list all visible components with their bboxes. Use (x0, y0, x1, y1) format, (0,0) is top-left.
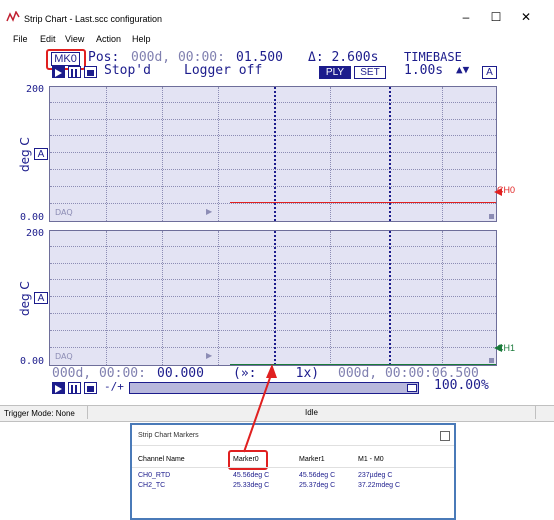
plot0-daq-label: DAQ (55, 208, 73, 217)
zoom-percent: 100.00% (434, 378, 489, 393)
time-scrollbar[interactable] (129, 382, 419, 394)
pause-icon (71, 69, 77, 77)
plot0-scroll-icon: ▶ (206, 207, 213, 216)
status-state: Idle (87, 406, 536, 419)
stop-icon (87, 386, 94, 392)
scrollbar-thumb[interactable] (407, 384, 417, 392)
plot0-marker1-line[interactable] (389, 87, 391, 221)
cell-delta: 237µdeg C (358, 472, 393, 479)
footer-stop-button[interactable] (84, 382, 97, 394)
timebase-auto-button[interactable]: A (482, 66, 497, 79)
timebase-stepper[interactable]: ▲▼ (456, 63, 469, 76)
status-bar: Trigger Mode: None Idle (0, 405, 554, 422)
start-time-dim: 000d, 00:00: (52, 366, 146, 381)
logger-state: Logger off (184, 63, 263, 78)
menu-action[interactable]: Action (96, 34, 121, 44)
delta-value: Δ: 2.600s (308, 50, 379, 65)
plot1-channel-label: CH1 (497, 343, 516, 353)
play-icon (55, 385, 62, 393)
play-button[interactable] (52, 66, 65, 78)
set-button[interactable]: SET (354, 66, 386, 79)
menu-edit[interactable]: Edit (40, 34, 56, 44)
plot0-ymax: 200 (26, 84, 45, 95)
col-header-marker1: Marker1 (299, 456, 325, 463)
plot1-ymax: 200 (26, 228, 45, 239)
cell-marker0: 25.33deg C (233, 482, 270, 489)
timebase-value: 1.00s (404, 63, 444, 78)
plot1-ch1-trace (230, 364, 496, 365)
markers-title-bar: Strip Chart Markers (132, 425, 454, 446)
cell-channel: CH2_TC (138, 482, 166, 489)
menu-view[interactable]: View (65, 34, 84, 44)
stop-button[interactable] (84, 66, 97, 78)
menu-help[interactable]: Help (132, 34, 151, 44)
plot0-unit: deg C (18, 137, 32, 172)
app-icon (6, 11, 20, 22)
plot1-marker1-line[interactable] (389, 231, 391, 365)
plot0-ymin: 0.00 (20, 212, 45, 223)
col-header-delta: M1 - M0 (358, 456, 384, 463)
plot1-scroll-icon: ▶ (206, 351, 213, 360)
markers-title: Strip Chart Markers (138, 432, 199, 439)
pause-icon (71, 385, 77, 393)
play-icon (55, 69, 62, 77)
status-state-text: Idle (305, 408, 318, 417)
plot1-auto-button[interactable]: A (34, 292, 48, 304)
close-button[interactable]: ✕ (516, 8, 536, 26)
plot1-area[interactable]: DAQ ▶ (49, 230, 497, 366)
trigger-mode: Trigger Mode: None (4, 409, 75, 418)
plot1-ymin: 0.00 (20, 356, 45, 367)
footer-play-button[interactable] (52, 382, 65, 394)
cell-channel: CH0_RTD (138, 472, 171, 479)
markers-maximize-button[interactable] (440, 431, 450, 441)
stop-icon (87, 70, 94, 76)
zoom-factor: (»: 1x) (233, 366, 320, 381)
footer-pause-button[interactable] (68, 382, 81, 394)
minimize-button[interactable]: – (456, 8, 476, 26)
cell-marker1: 45.56deg C (299, 472, 336, 479)
step-control[interactable]: -/+ (104, 380, 124, 393)
plot1-daq-label: DAQ (55, 352, 73, 361)
plot0-ch0-trace (230, 202, 496, 203)
plot1-marker0-line[interactable] (274, 231, 276, 365)
cell-marker1: 25.37deg C (299, 482, 336, 489)
plot0-corner-handle[interactable] (489, 214, 494, 219)
menu-bar: File Edit View Action Help (0, 31, 554, 47)
title-bar: Strip Chart - Last.scc configuration – ☐… (0, 0, 554, 31)
maximize-button[interactable]: ☐ (486, 8, 506, 26)
pause-button[interactable] (68, 66, 81, 78)
timebase-label: TIMEBASE (404, 50, 462, 64)
window-title: Strip Chart - Last.scc configuration (24, 14, 163, 24)
col-header-channel: Channel Name (138, 456, 185, 463)
plot0-auto-button[interactable]: A (34, 148, 48, 160)
plot0-area[interactable]: DAQ ▶ (49, 86, 497, 222)
menu-file[interactable]: File (13, 34, 28, 44)
ply-button[interactable]: PLY (319, 66, 351, 79)
start-time: 00.000 (157, 366, 204, 381)
cell-marker0: 45.56deg C (233, 472, 270, 479)
markers-window: Strip Chart Markers Channel Name Marker0… (130, 423, 456, 520)
run-state: Stop'd (104, 63, 151, 78)
plot0-channel-label: CH0 (497, 185, 516, 195)
plot0-marker0-line[interactable] (274, 87, 276, 221)
cell-delta: 37.22mdeg C (358, 482, 401, 489)
plot1-unit: deg C (18, 281, 32, 316)
plot1-corner-handle[interactable] (489, 358, 494, 363)
